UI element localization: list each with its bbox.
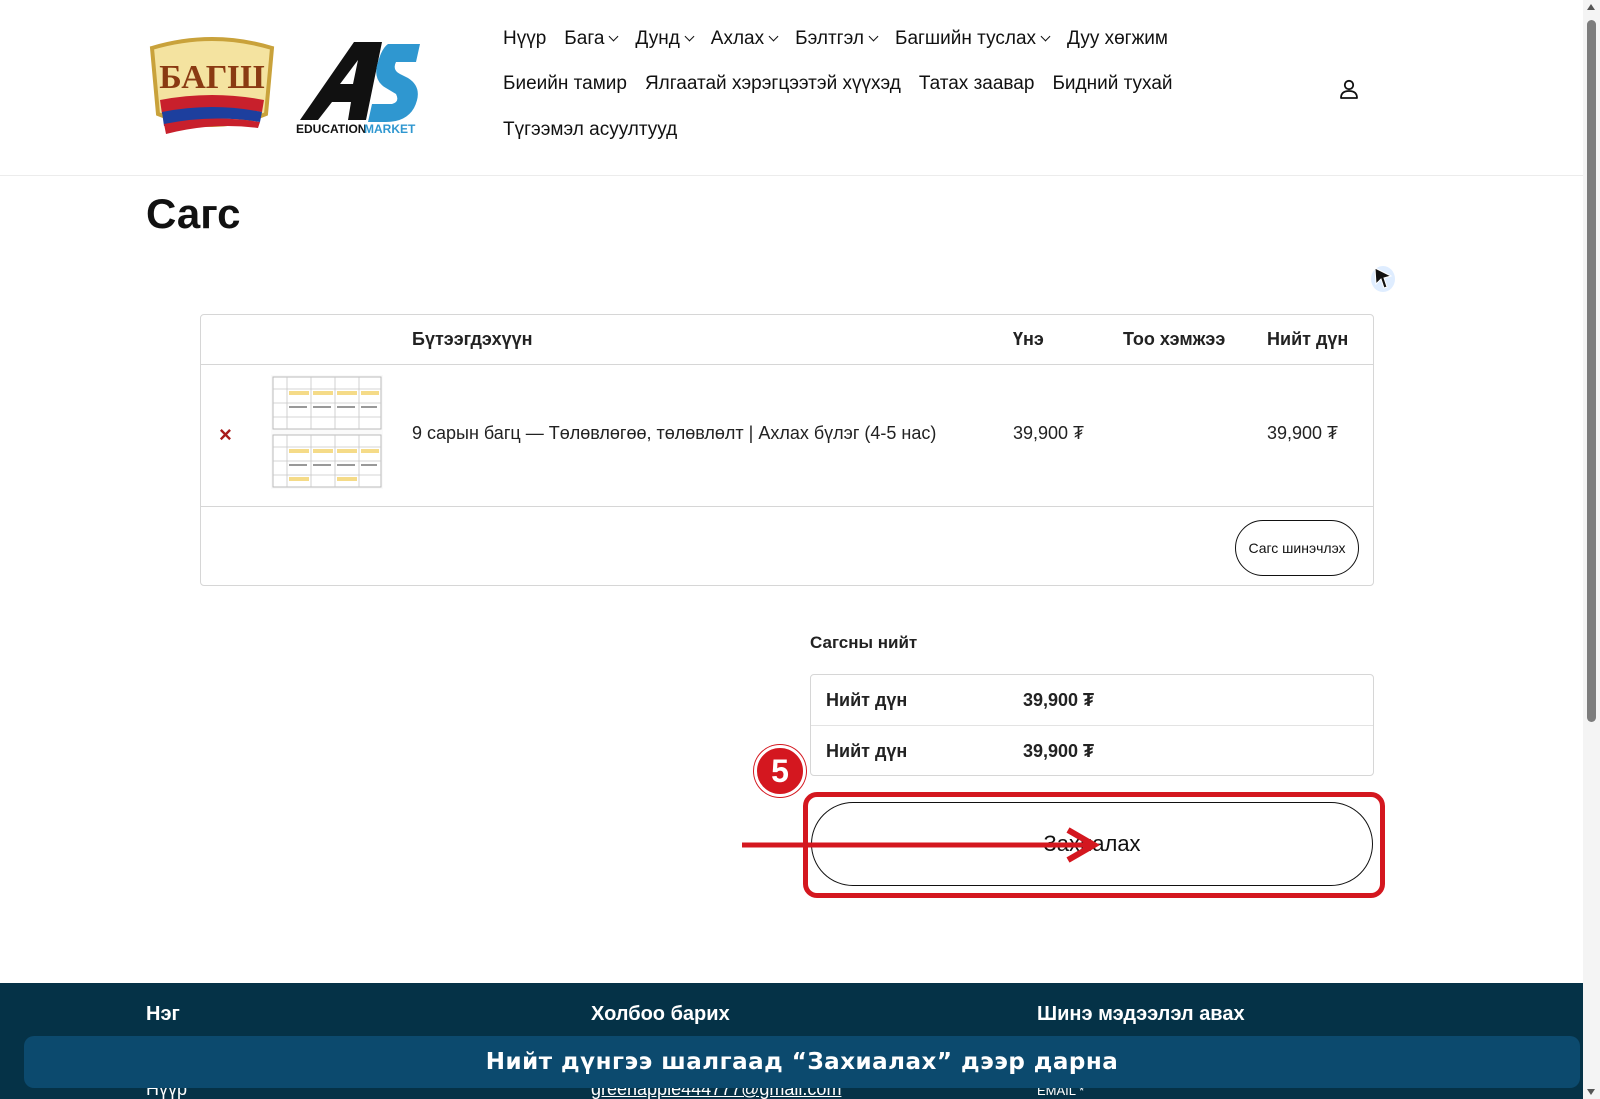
cart-table-header: Бүтээгдэхүүн Үнэ Тоо хэмжээ Нийт дүн (201, 315, 1373, 365)
user-icon[interactable] (1337, 77, 1361, 101)
totals-subtotal-value: 39,900 ₮ (1023, 690, 1095, 710)
chevron-down-icon (868, 31, 879, 42)
header-total: Нийт дүн (1267, 329, 1349, 349)
nav-item-senior[interactable]: Ахлах (711, 28, 779, 50)
chevron-down-icon (768, 31, 779, 42)
totals-subtotal-label: Нийт дүн (826, 690, 908, 710)
product-thumbnail[interactable] (271, 375, 383, 489)
footer-newsletter-title: Шинэ мэдээлэл авах (1037, 1003, 1245, 1025)
cart-totals-table: Нийт дүн 39,900 ₮ Нийт дүн 39,900 ₮ (810, 674, 1374, 776)
totals-row: Нийт дүн 39,900 ₮ (811, 675, 1373, 725)
remove-item-icon[interactable]: × (219, 422, 232, 448)
footer-contact-title: Холбоо барих (591, 1003, 730, 1025)
nav-item-music[interactable]: Дуу хөгжим (1067, 28, 1168, 50)
nav-item-middle[interactable]: Дунд (635, 28, 695, 50)
education-logo-text: EDUCATION (296, 122, 366, 136)
product-subtotal: 39,900 ₮ (1267, 423, 1339, 443)
header-price: Үнэ (1013, 329, 1044, 349)
chevron-down-icon (608, 31, 619, 42)
bagsh-logo[interactable]: БАГШ (146, 34, 278, 140)
nav-item-home[interactable]: Нүүр (503, 28, 546, 50)
nav-item-preparation[interactable]: Бэлтгэл (795, 28, 879, 50)
nav-item-teacher-assistant[interactable]: Багшийн туслах (895, 28, 1051, 50)
nav-item-download-guide[interactable]: Татах заавар (919, 73, 1035, 95)
nav-item-physical-education[interactable]: Биеийн тамир (503, 73, 627, 95)
chevron-down-icon (1040, 31, 1051, 42)
checkout-button[interactable]: Захиалах (811, 802, 1373, 886)
nav-row-1: Нүүр Бага Дунд Ахлах Бэлтгэл Багшийн тус… (503, 28, 1186, 50)
nav-row-3: Түгээмэл асуултууд (503, 119, 695, 141)
product-name-link[interactable]: 9 сарын багц — Төлөвлөгөө, төлөвлөлт | А… (412, 423, 936, 444)
footer-col1-title: Нэг (146, 1003, 180, 1025)
header-product: Бүтээгдэхүүн (412, 329, 533, 349)
cart-item-row: × 9 сарын багц — Төлөвлөгөө, төлөвлөлт |… (201, 365, 1373, 507)
page-scrollbar[interactable] (1583, 0, 1600, 1099)
cart-totals-title: Сагсны нийт (810, 633, 918, 652)
scroll-down-icon[interactable] (1587, 1089, 1595, 1095)
tutorial-caption-bar: Нийт дүнгээ шалгаад “Захиалах” дээр дарн… (24, 1036, 1580, 1088)
product-price: 39,900 ₮ (1013, 423, 1085, 443)
site-header: БАГШ EDUCATION MARKET Нүүр Бага Дунд Ахл… (0, 0, 1583, 176)
cart-table: Бүтээгдэхүүн Үнэ Тоо хэмжээ Нийт дүн × 9… (200, 314, 1374, 586)
totals-total-label: Нийт дүн (826, 741, 908, 761)
education-market-logo[interactable]: EDUCATION MARKET (296, 36, 424, 138)
totals-total-value: 39,900 ₮ (1023, 741, 1095, 761)
update-cart-button[interactable]: Сагс шинэчлэх (1235, 520, 1359, 576)
mouse-cursor-icon (1371, 266, 1395, 292)
tutorial-caption-text: Нийт дүнгээ шалгаад “Захиалах” дээр дарн… (485, 1049, 1119, 1075)
scroll-up-icon[interactable] (1587, 4, 1595, 10)
scrollbar-thumb[interactable] (1587, 20, 1596, 722)
market-logo-text: MARKET (364, 122, 416, 136)
nav-item-primary[interactable]: Бага (564, 28, 619, 50)
chevron-down-icon (684, 31, 695, 42)
bagsh-logo-text: БАГШ (159, 59, 265, 96)
nav-item-faq[interactable]: Түгээмэл асуултууд (503, 119, 677, 141)
nav-row-2: Биеийн тамир Ялгаатай хэрэгцээтэй хүүхэд… (503, 73, 1191, 95)
totals-row: Нийт дүн 39,900 ₮ (811, 725, 1373, 775)
step-number-badge: 5 (754, 745, 806, 797)
nav-item-special-needs[interactable]: Ялгаатай хэрэгцээтэй хүүхэд (645, 73, 901, 95)
header-quantity: Тоо хэмжээ (1123, 329, 1226, 349)
nav-item-about-us[interactable]: Бидний тухай (1052, 73, 1172, 95)
page-title: Сагс (146, 190, 241, 237)
